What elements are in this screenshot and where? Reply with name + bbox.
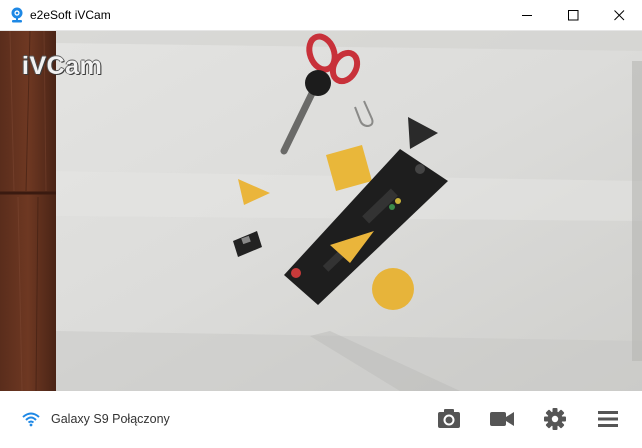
window-title: e2eSoft iVCam <box>30 8 111 22</box>
title-bar: e2eSoft iVCam <box>0 0 642 31</box>
camera-scene-image <box>0 31 642 391</box>
menu-button[interactable] <box>595 406 621 432</box>
close-icon <box>614 10 625 21</box>
hamburger-menu-icon <box>598 411 618 427</box>
gear-icon <box>544 408 566 430</box>
minimize-button[interactable] <box>504 0 550 31</box>
maximize-icon <box>568 10 579 21</box>
connection-status: Galaxy S9 Połączony <box>51 412 170 426</box>
settings-button[interactable] <box>542 406 568 432</box>
maximize-button[interactable] <box>550 0 596 31</box>
camera-icon <box>438 409 460 428</box>
take-photo-button[interactable] <box>436 406 462 432</box>
wifi-icon <box>22 412 40 427</box>
camera-preview: iVCam <box>0 31 642 391</box>
app-logo-icon <box>11 7 23 23</box>
video-camera-icon <box>490 412 514 426</box>
status-toolbar: Galaxy S9 Połączony <box>0 391 642 448</box>
record-video-button[interactable] <box>489 406 515 432</box>
minimize-icon <box>522 15 532 16</box>
ivcam-watermark: iVCam <box>22 52 103 80</box>
close-button[interactable] <box>596 0 642 31</box>
